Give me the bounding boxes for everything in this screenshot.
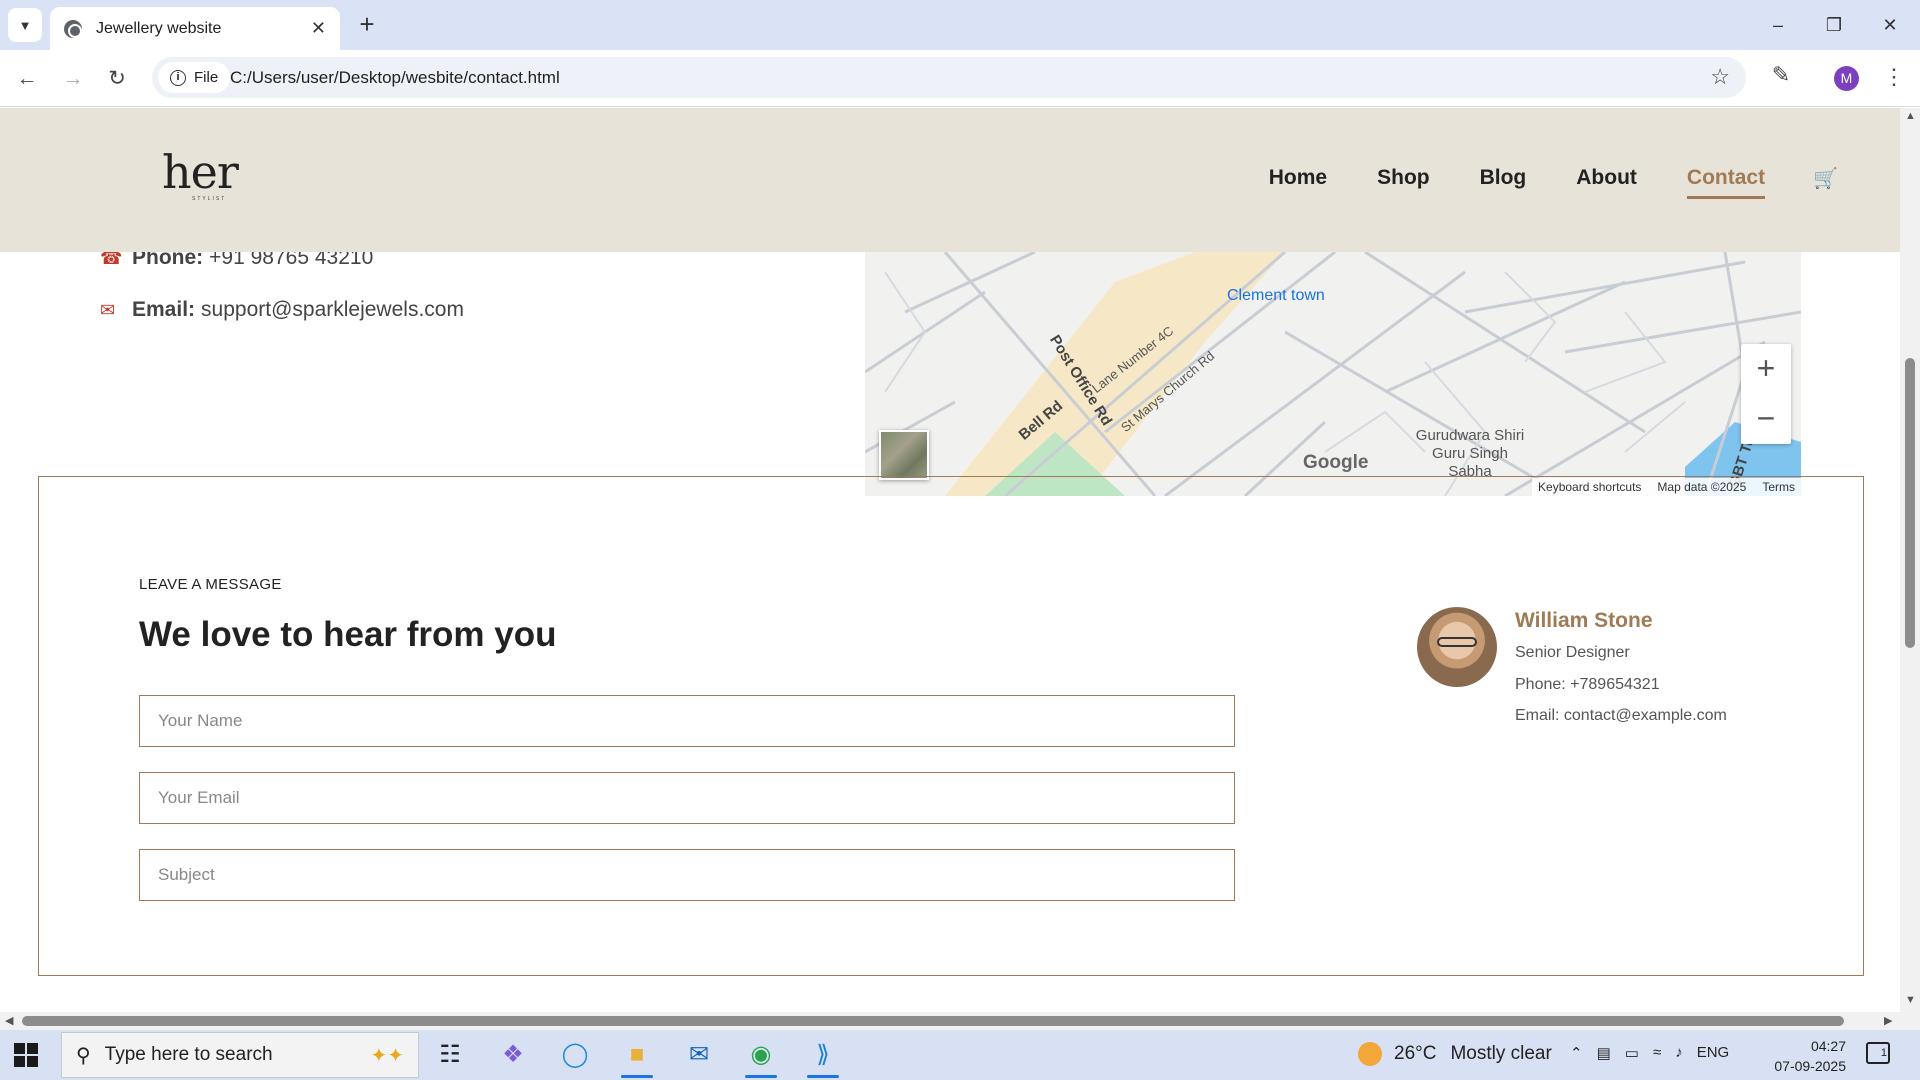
message-section: LEAVE A MESSAGE We love to hear from you… [38,476,1864,976]
notification-icon[interactable]: 1 [1866,1042,1890,1064]
info-icon: i [170,69,186,86]
name-field[interactable] [139,695,1235,747]
device-icon[interactable]: ▤ [1597,1044,1611,1062]
map-poi-label[interactable]: Gurudwara Shiri Guru Singh Sabha [1410,427,1530,481]
contact-person-name: William Stone [1515,609,1653,632]
weather-icon [1358,1042,1382,1066]
extensions-puzzle-icon[interactable]: ✎ [1766,62,1796,92]
url-text[interactable]: C:/Users/user/Desktop/wesbite/contact.ht… [230,68,560,88]
reload-button[interactable]: ↻ [100,62,134,96]
system-tray: ⌃ ▤ ▭ ≈ ♪ ENG [1570,1044,1729,1062]
weather-text: Mostly clear [1450,1043,1552,1064]
search-icon: ⚲ [76,1044,91,1067]
forward-button[interactable]: → [56,62,90,96]
google-logo: Google [1303,452,1369,473]
new-tab-button[interactable]: + [352,10,382,40]
zoom-control: + − [1741,344,1791,444]
zoom-out-button[interactable]: − [1741,394,1791,444]
close-tab-icon[interactable]: ✕ [311,18,326,39]
bookmark-star-icon[interactable]: ☆ [1710,64,1730,90]
section-heading: We love to hear from you [139,615,557,654]
chevron-down-icon: ▼ [18,17,32,33]
browser-toolbar: ← → ↻ i File C:/Users/user/Desktop/wesbi… [0,50,1920,107]
back-button[interactable]: ← [10,62,44,96]
email-info: ✉ Email: support@sparklejewels.com [100,298,464,322]
active-tab[interactable]: Jewellery website ✕ [50,7,340,50]
taskbar-search-placeholder: Type here to search [104,1044,273,1065]
battery-icon[interactable]: ▭ [1625,1044,1639,1062]
email-field[interactable] [139,772,1235,824]
clock-time: 04:27 [1810,1038,1846,1054]
cart-icon[interactable]: 🛒 [1813,166,1838,191]
copilot-icon[interactable]: ❖ [493,1038,533,1072]
sparkle-icon: ✦✦ [370,1044,404,1067]
contact-person-phone: Phone: +789654321 [1515,676,1660,693]
taskbar-search[interactable]: ⚲ Type here to search ✦✦ [61,1032,419,1078]
close-window-button[interactable]: ✕ [1870,10,1910,40]
zoom-in-button[interactable]: + [1741,344,1791,394]
vertical-scrollbar[interactable]: ▲ ▼ [1900,108,1920,1012]
subject-field[interactable] [139,849,1235,901]
vscode-icon[interactable]: ⟫ [803,1038,843,1078]
envelope-icon: ✉ [100,299,116,320]
weather-widget[interactable]: 26°C Mostly clear [1358,1042,1552,1066]
temperature: 26°C [1394,1043,1437,1064]
nav-home[interactable]: Home [1269,166,1327,191]
horizontal-scroll-thumb[interactable] [22,1016,1844,1026]
site-info-chip[interactable]: i File [158,62,231,93]
nav-contact[interactable]: Contact [1686,166,1766,199]
site-logo[interactable]: her STYLIST [162,148,242,206]
outlook-icon[interactable]: ✉ [679,1038,719,1072]
avatar [1417,607,1497,687]
more-menu-icon[interactable]: ⋮ [1880,62,1908,92]
scroll-down-icon[interactable]: ▼ [1905,994,1916,1006]
restore-button[interactable]: ❐ [1814,10,1854,40]
minimize-button[interactable]: – [1758,10,1798,40]
main-nav: Home Shop Blog About Contact 🛒 [1219,166,1838,199]
profile-avatar[interactable]: M [1834,66,1859,91]
language-indicator[interactable]: ENG [1697,1044,1730,1062]
satellite-toggle[interactable] [879,430,929,480]
clock-date: 07-09-2025 [1774,1058,1846,1074]
nav-blog[interactable]: Blog [1480,166,1527,191]
chrome-icon[interactable]: ◉ [741,1038,781,1078]
scroll-left-icon[interactable]: ◀ [5,1014,13,1027]
task-view-icon[interactable]: ☷ [430,1038,470,1072]
edge-icon[interactable]: ◯ [555,1038,595,1072]
email-value: support@sparklejewels.com [201,298,464,321]
start-button[interactable] [14,1043,38,1067]
wifi-icon[interactable]: ≈ [1653,1044,1661,1062]
email-label: Email: [132,298,196,321]
tab-title: Jewellery website [96,19,222,37]
contact-person-role: Senior Designer [1515,644,1630,661]
vertical-scroll-thumb[interactable] [1905,358,1915,648]
scroll-up-icon[interactable]: ▲ [1905,110,1916,122]
nav-about[interactable]: About [1576,166,1637,191]
clock[interactable]: 04:27 07-09-2025 [1766,1036,1846,1076]
tab-strip: ▼ Jewellery website ✕ + – ❐ ✕ [0,0,1920,50]
horizontal-scrollbar[interactable]: ◀ ▶ [0,1012,1920,1030]
tab-search-button[interactable]: ▼ [8,8,42,42]
windows-taskbar: ⚲ Type here to search ✦✦ ☷ ❖ ◯ ■ ✉ ◉ ⟫ 2… [0,1030,1920,1080]
address-bar[interactable]: i File C:/Users/user/Desktop/wesbite/con… [152,57,1746,98]
section-eyebrow: LEAVE A MESSAGE [139,576,282,593]
scroll-right-icon[interactable]: ▶ [1884,1014,1892,1027]
file-explorer-icon[interactable]: ■ [617,1038,657,1078]
volume-icon[interactable]: ♪ [1675,1044,1683,1062]
nav-shop[interactable]: Shop [1377,166,1430,191]
chevron-up-icon[interactable]: ⌃ [1570,1044,1583,1062]
contact-person-email: Email: contact@example.com [1515,707,1727,724]
site-header: her STYLIST Home Shop Blog About Contact… [0,108,1900,252]
site-info-label: File [194,69,219,86]
logo-wordmark: her [162,145,239,199]
page-viewport: her STYLIST Home Shop Blog About Contact… [0,108,1900,1012]
map-place-label[interactable]: Clement town [1227,287,1325,305]
globe-icon [64,19,82,38]
embedded-map[interactable]: Clement town Post Office Rd Bell Rd Lane… [865,252,1801,496]
